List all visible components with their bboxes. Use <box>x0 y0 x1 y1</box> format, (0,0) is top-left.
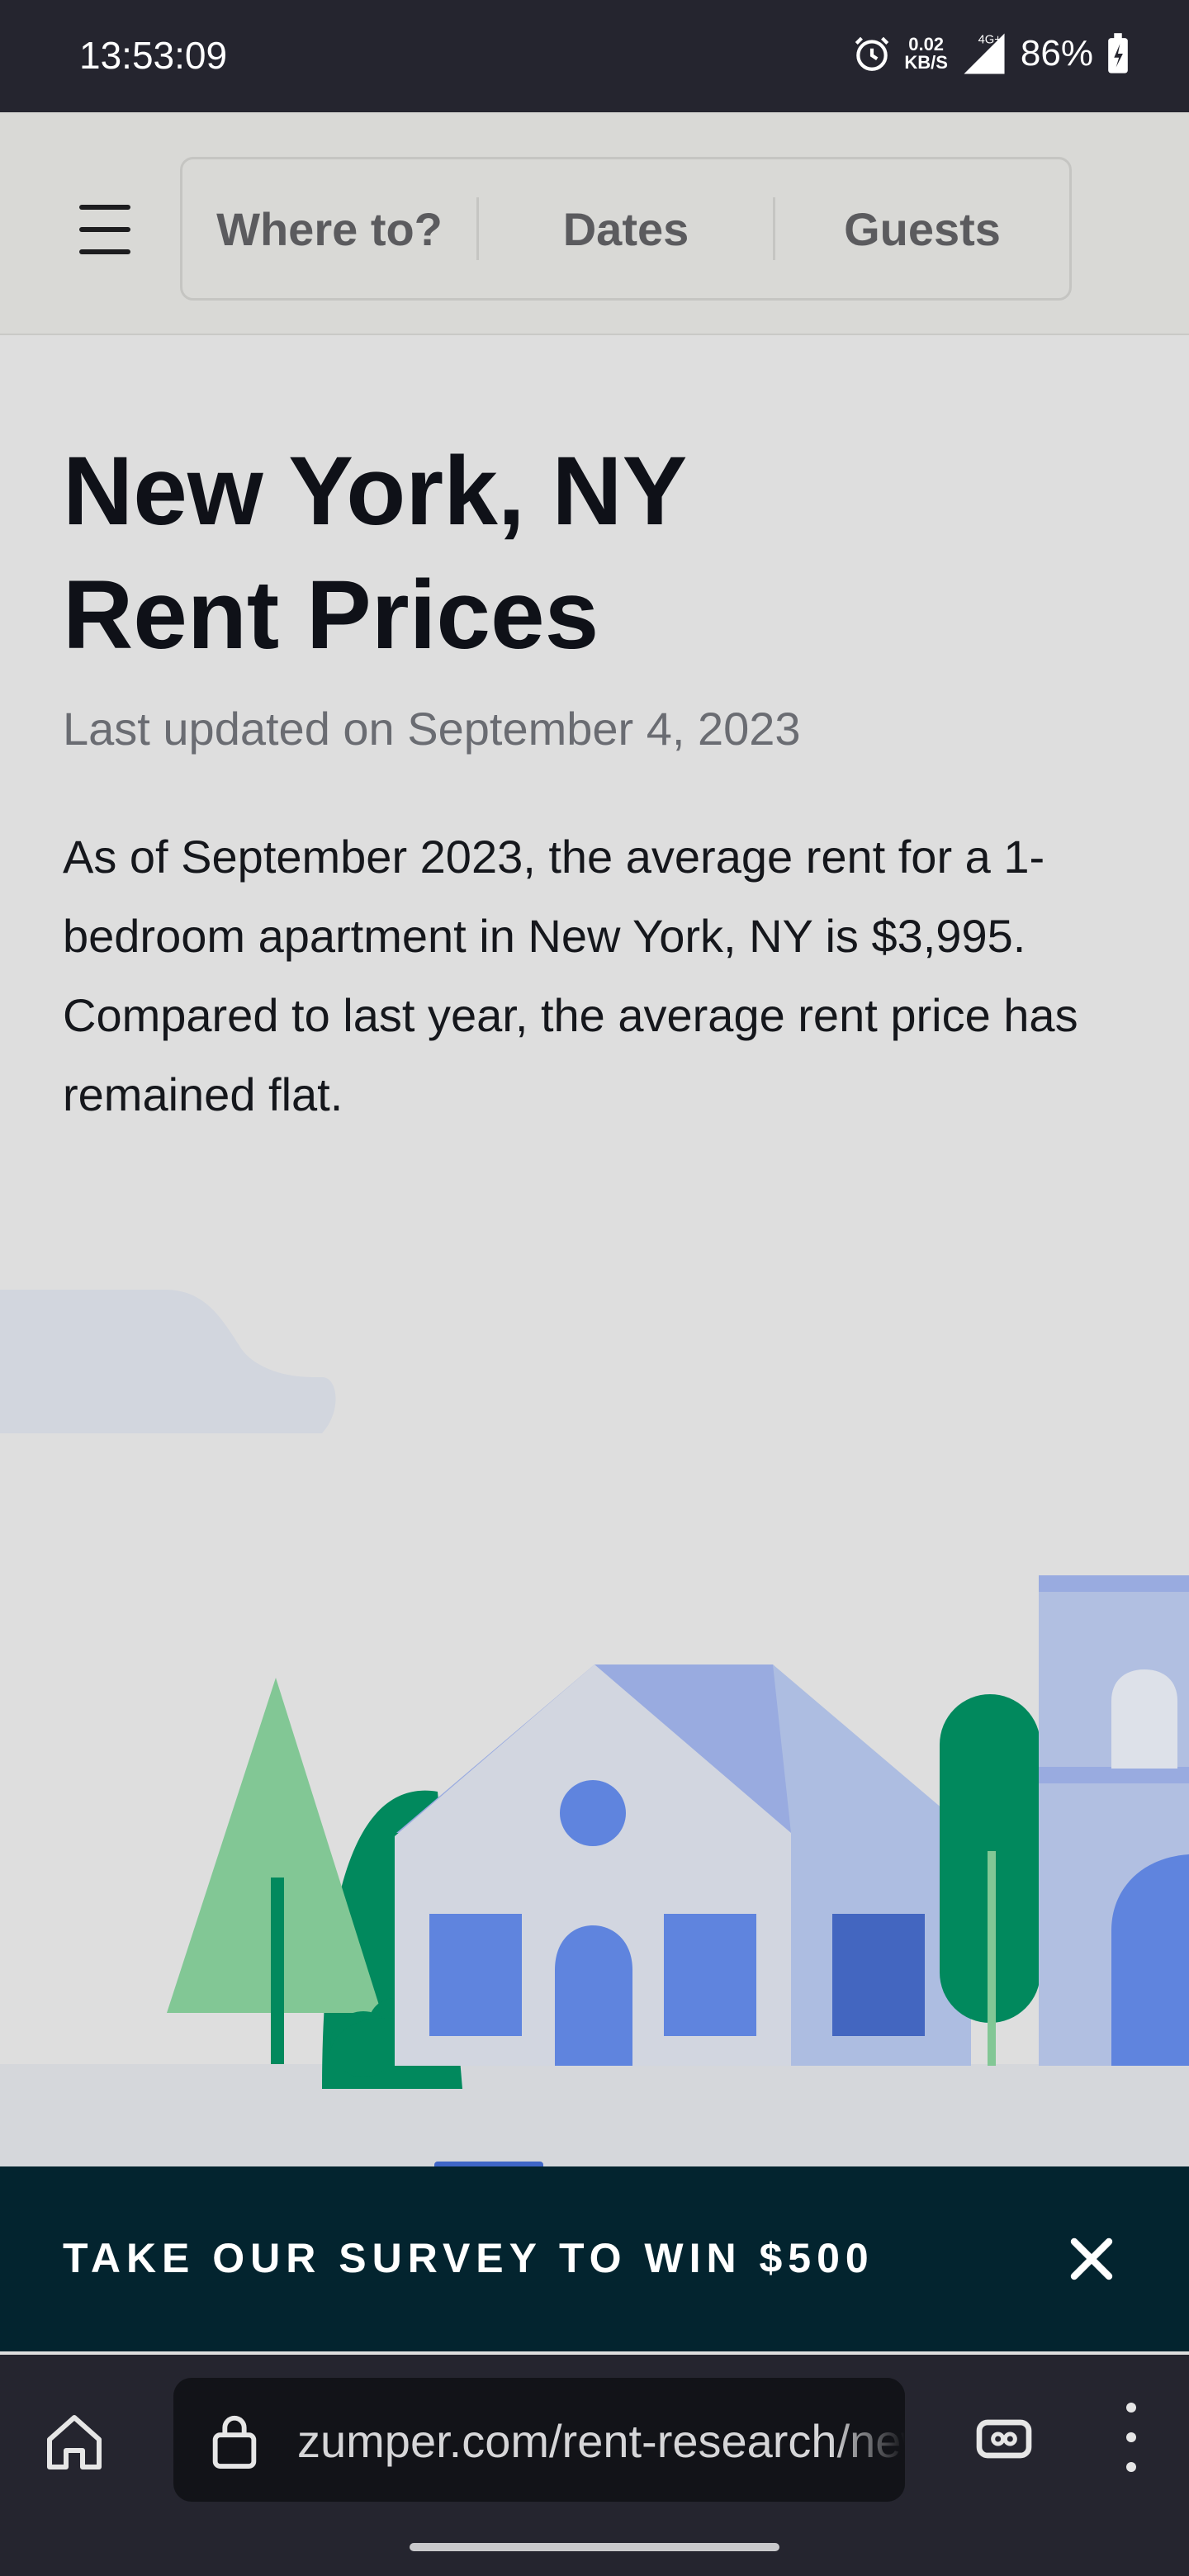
gesture-handle <box>410 2543 779 2551</box>
tabs-icon[interactable] <box>971 2406 1037 2472</box>
site-header: Where to? Dates Guests <box>0 112 1189 335</box>
network-speed: 0.02 KB/S <box>904 36 948 72</box>
status-bar: 13:53:09 0.02 KB/S 4G+ 86% <box>0 0 1189 112</box>
status-time: 13:53:09 <box>79 34 228 77</box>
status-icons: 0.02 KB/S 4G+ 86% <box>851 31 1131 76</box>
dot <box>1126 2462 1136 2472</box>
battery-charging-icon <box>1108 33 1128 73</box>
title-line-2: Rent Prices <box>63 561 599 670</box>
url-text[interactable]: zumper.com/rent-research/new-york-ny <box>297 2414 905 2468</box>
network-speed-value: 0.02 <box>908 34 945 54</box>
address-bar[interactable]: zumper.com/rent-research/new-york-ny <box>173 2378 905 2502</box>
url-fade <box>831 2378 905 2502</box>
signal-icon: 4G+ <box>964 33 1005 74</box>
close-icon[interactable] <box>1057 2224 1126 2294</box>
lock-icon[interactable] <box>210 2411 259 2469</box>
survey-banner-text[interactable]: TAKE OUR SURVEY TO WIN $500 <box>63 2234 874 2282</box>
menu-line <box>79 227 130 232</box>
dot <box>1126 2403 1136 2413</box>
network-type-label: 4G+ <box>978 34 1002 47</box>
hamburger-menu-button[interactable] <box>79 205 130 258</box>
survey-banner[interactable]: TAKE OUR SURVEY TO WIN $500 <box>0 2166 1189 2351</box>
dates-button[interactable]: Dates <box>479 202 773 256</box>
alarm-icon <box>855 36 889 71</box>
home-icon[interactable] <box>41 2409 107 2475</box>
search-bar: Where to? Dates Guests <box>180 157 1072 301</box>
dot <box>1126 2432 1136 2442</box>
browser-bottom-bar: zumper.com/rent-research/new-york-ny <box>0 2355 1189 2576</box>
network-speed-unit: KB/S <box>904 52 948 73</box>
guests-button[interactable]: Guests <box>775 202 1069 256</box>
more-vert-icon[interactable] <box>1115 2403 1148 2475</box>
menu-line <box>79 205 130 210</box>
where-to-button[interactable]: Where to? <box>182 202 476 256</box>
title-line-1: New York, NY <box>63 437 688 546</box>
battery-percent: 86% <box>1020 33 1093 73</box>
rent-summary-paragraph: As of September 2023, the average rent f… <box>63 831 1078 1120</box>
last-updated-text: Last updated on September 4, 2023 <box>63 703 801 755</box>
page-title: New York, NY Rent Prices <box>63 429 687 677</box>
neighborhood-illustration <box>0 1290 1189 2171</box>
menu-line <box>79 249 130 254</box>
